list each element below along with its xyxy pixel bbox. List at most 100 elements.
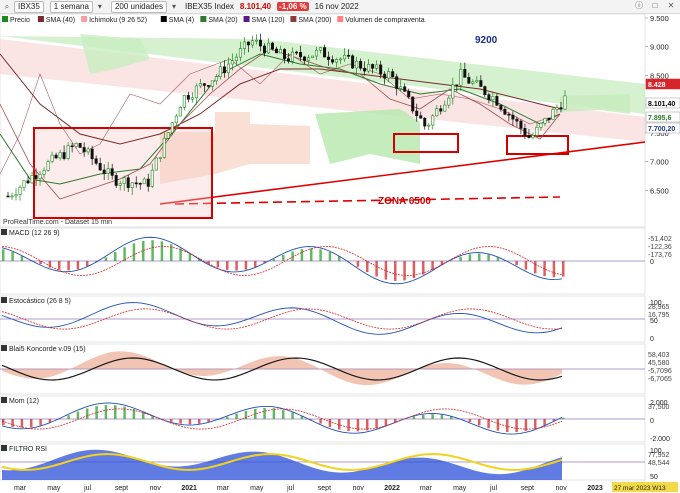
indicator-histogram-bar xyxy=(235,413,238,419)
period-selector[interactable]: 1 semana ▾ xyxy=(49,0,105,13)
candle-body xyxy=(110,168,114,176)
indicator-histogram-bar xyxy=(76,261,80,270)
annotation-9200: 9200 xyxy=(475,35,498,46)
x-axis-label: 2022 xyxy=(384,485,400,492)
indicator-histogram-bar xyxy=(422,414,425,419)
candle-body xyxy=(499,105,503,110)
candle-body xyxy=(299,52,303,58)
maximize-icon[interactable]: □ xyxy=(650,1,660,11)
candle-body xyxy=(250,40,254,46)
indicator-axis-label: 50 xyxy=(650,318,658,325)
last-price: 8.101,40 xyxy=(239,2,272,11)
candle-body xyxy=(86,148,90,153)
candle-body xyxy=(531,135,535,138)
x-axis: mar may jul sept nov 2021 mar may jul sept nov 2022… xyxy=(14,482,678,492)
symbol-selector[interactable]: ⌕ IBX35 xyxy=(2,0,44,13)
candle-body xyxy=(90,148,94,160)
candle-body xyxy=(543,117,547,124)
candle-body xyxy=(463,69,467,78)
price-tag-label: 8.428 xyxy=(648,82,666,89)
candle-body xyxy=(459,69,463,86)
candle-body xyxy=(58,152,62,159)
indicator-histogram-bar xyxy=(272,408,276,419)
indicator-mom[interactable]: Mom (12) 2.0000-2.00037,500 xyxy=(0,395,670,443)
indicator-histogram-bar xyxy=(403,261,406,281)
indicator-histogram-bar xyxy=(11,252,14,261)
candle-body xyxy=(258,39,262,47)
candle-body xyxy=(74,143,78,147)
candle-body xyxy=(559,107,563,110)
candle-body xyxy=(491,96,495,101)
indicator-histogram-bar xyxy=(216,261,220,268)
indicator-stoch[interactable]: Estocástico (26 8 5) 10050028,96516,795 xyxy=(0,295,670,343)
indicator-macd[interactable]: MACD (12 26 9) 0 -51,402-122,36-173,76 xyxy=(0,227,672,295)
units-selector[interactable]: 200 unidades ▾ xyxy=(110,0,179,13)
legend-item: SMA (40) xyxy=(46,17,75,24)
candle-body xyxy=(435,108,439,117)
candle-body xyxy=(154,157,158,171)
x-axis-label: may xyxy=(453,485,467,492)
candle-body xyxy=(295,51,299,54)
indicator-rsi[interactable]: FILTRO RSI 1005077,95248,544 xyxy=(0,443,670,481)
x-axis-label: mar xyxy=(420,485,433,492)
indicator-icon xyxy=(1,397,7,403)
indicator-histogram-bar xyxy=(356,419,360,432)
indicator-histogram-bar xyxy=(375,261,378,277)
indicator-histogram-bar xyxy=(67,415,70,419)
x-axis-label: nov xyxy=(353,485,365,492)
legend-swatch xyxy=(81,16,88,22)
indicator-panels: MACD (12 26 9) 0 -51,402-122,36-173,76 Esto… xyxy=(0,227,672,481)
indicator-value-tag: 37,500 xyxy=(648,404,670,411)
candle-body xyxy=(367,64,371,72)
price-axis-label: 7.000 xyxy=(650,158,669,167)
candle-body xyxy=(66,145,70,159)
candle-body xyxy=(142,178,146,185)
x-axis-label: may xyxy=(47,485,61,492)
candle-body xyxy=(190,97,194,100)
candle-body xyxy=(138,182,142,185)
indicator-title: Mom (12) xyxy=(9,398,39,405)
main-price-panel[interactable]: Precio SMA (40) Ichimoku (9 26 52) SMA (4) S… xyxy=(0,14,680,228)
chevron-down-icon: ▾ xyxy=(171,1,176,11)
indicator-koncorde[interactable]: Blai5 Koncorde v.09 (15) 58,40345,580-5,7… xyxy=(0,343,672,395)
candle-body xyxy=(118,183,122,186)
indicator-histogram-bar xyxy=(310,248,313,261)
end-date-label: 27 mar 2023 W13 xyxy=(614,485,666,492)
legend-item: SMA (4) xyxy=(169,17,194,24)
candle-body xyxy=(391,71,395,77)
indicator-histogram-bar xyxy=(263,407,266,419)
candle-body xyxy=(46,161,50,171)
candle-body xyxy=(311,55,315,59)
indicator-histogram-bar xyxy=(123,406,126,419)
indicator-histogram-bar xyxy=(319,249,322,261)
info-icon[interactable]: ⓘ xyxy=(634,1,644,11)
indicator-histogram-bar xyxy=(412,416,416,419)
indicator-histogram-bar xyxy=(39,419,42,426)
candle-body xyxy=(126,177,130,188)
source-label: ProRealTime.com - Dataset 15 min xyxy=(3,219,112,226)
indicator-histogram-bar xyxy=(170,419,173,422)
indicator-histogram-bar xyxy=(562,261,565,277)
candle-body xyxy=(555,107,559,110)
indicator-histogram-bar xyxy=(30,419,33,428)
x-axis-label: nov xyxy=(556,485,568,492)
indicator-histogram-bar xyxy=(291,412,294,419)
indicator-histogram-bar xyxy=(496,419,500,431)
candle-body xyxy=(130,182,134,188)
candle-body xyxy=(178,107,182,117)
candle-body xyxy=(18,186,22,196)
indicator-histogram-bar xyxy=(384,419,388,426)
candle-body xyxy=(443,104,447,112)
candle-body xyxy=(282,49,286,59)
indicator-histogram-bar xyxy=(235,261,238,271)
close-icon[interactable]: ✕ xyxy=(666,1,676,11)
price-tag-label: 7.700,20 xyxy=(648,126,675,133)
indicator-histogram-bar xyxy=(188,419,192,425)
indicator-histogram-bar xyxy=(86,261,89,267)
candle-body xyxy=(327,56,331,60)
candle-body xyxy=(38,174,42,179)
legend-item: Volumen de compraventa xyxy=(345,17,424,24)
indicator-histogram-bar xyxy=(254,261,257,268)
candle-body xyxy=(114,175,118,186)
chart-canvas[interactable]: Precio SMA (40) Ichimoku (9 26 52) SMA (4) S… xyxy=(0,14,680,493)
